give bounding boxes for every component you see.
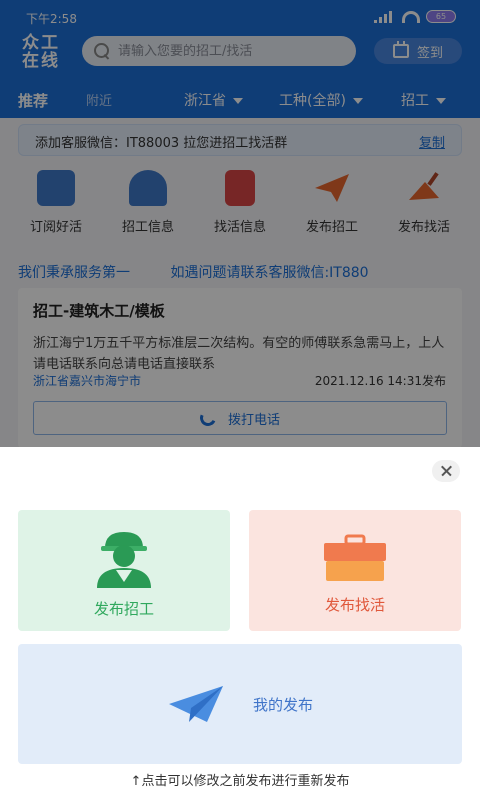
briefcase-icon (324, 534, 386, 581)
republish-hint: ↑点击可以修改之前发布进行重新发布 (130, 774, 350, 789)
post-find-work-label: 发布找活 (324, 596, 385, 614)
post-recruit-label: 发布招工 (93, 600, 154, 618)
my-posts-label: 我的发布 (252, 695, 313, 714)
close-icon[interactable] (432, 460, 460, 482)
post-recruit-button[interactable]: 发布招工 (18, 510, 230, 631)
worker-icon (97, 532, 151, 588)
post-sheet: 发布招工 发布找活 我的发布 ↑点击可以修改之前发布进行重新发布 (0, 447, 480, 800)
my-posts-button[interactable]: 我的发布 (18, 644, 462, 764)
paper-plane-icon (168, 686, 223, 722)
post-find-work-button[interactable]: 发布找活 (249, 510, 461, 631)
